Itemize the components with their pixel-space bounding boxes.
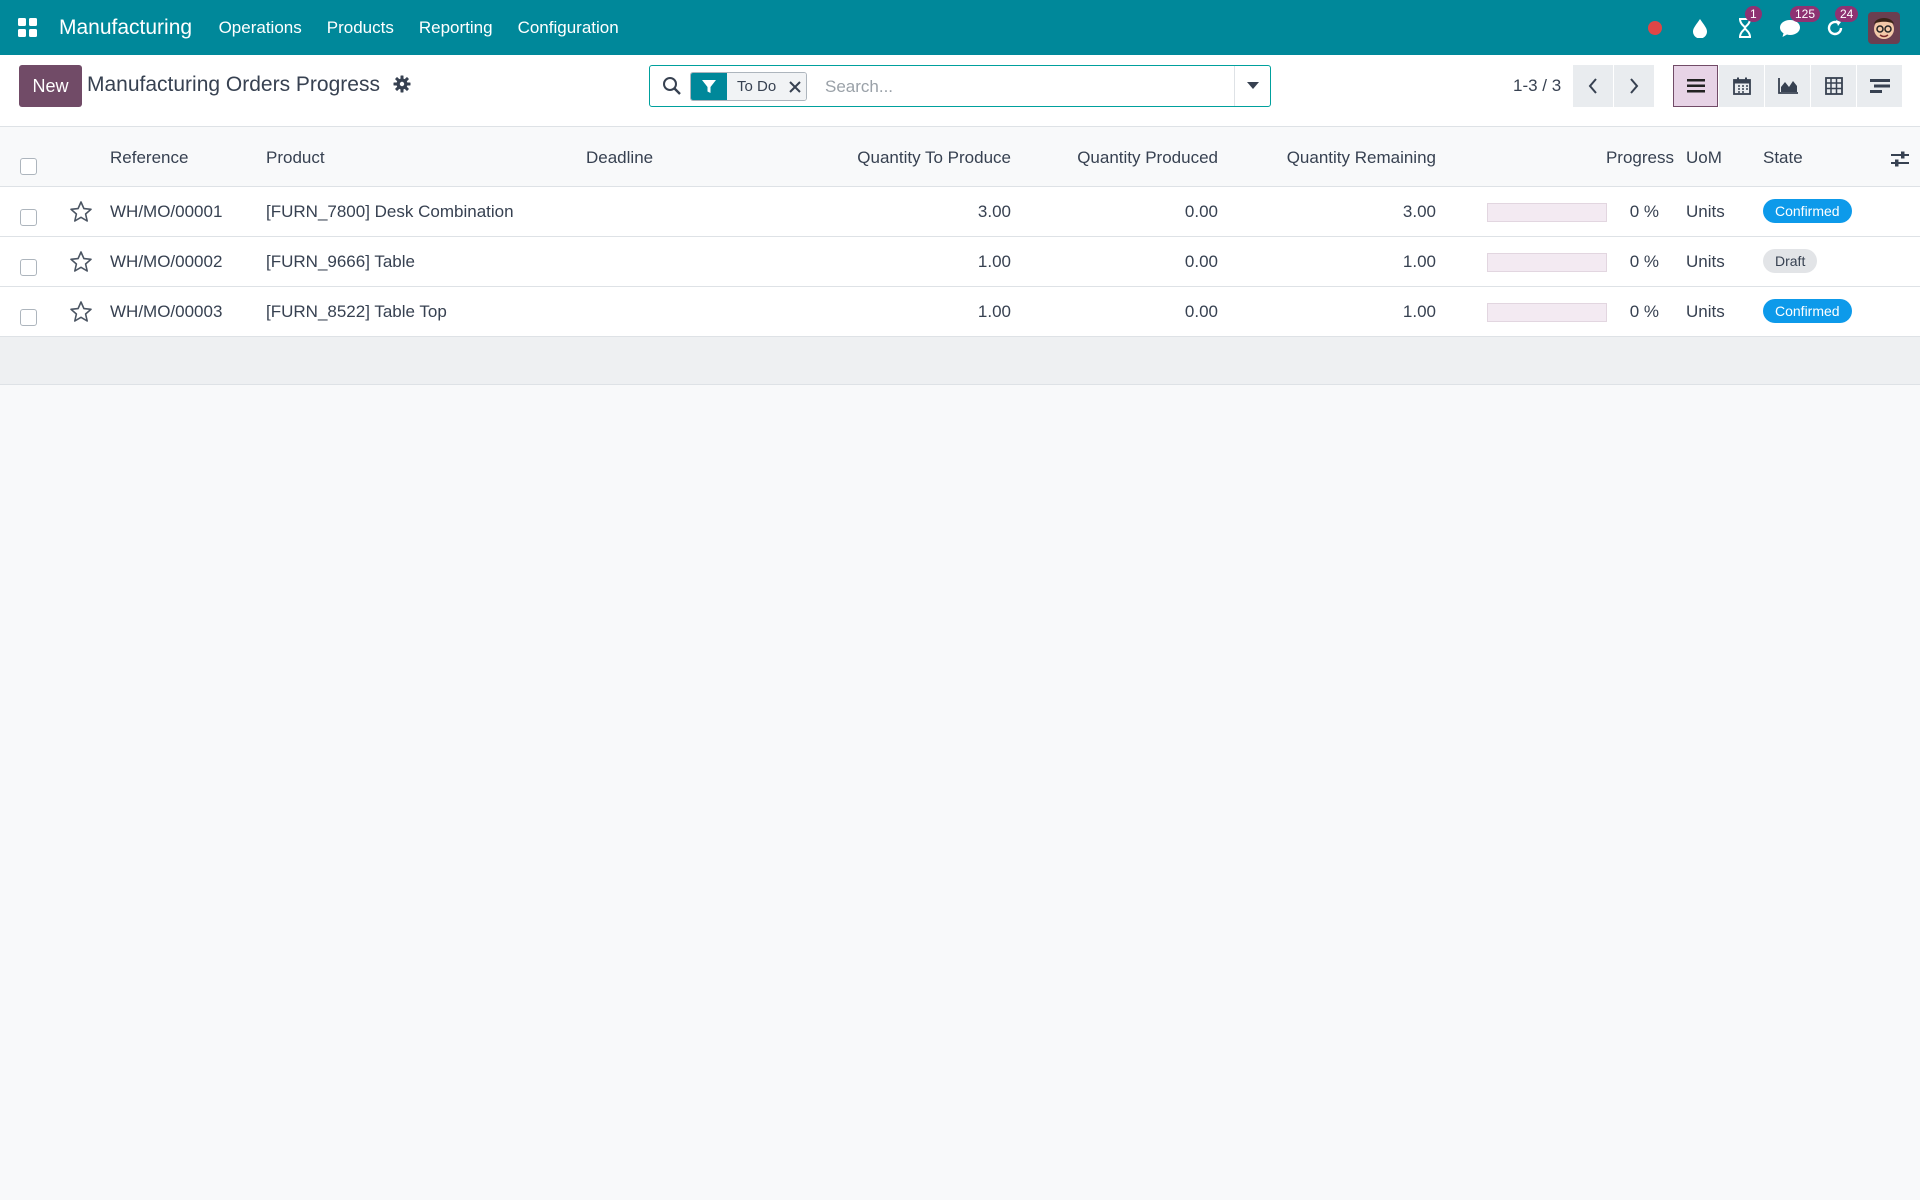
app-name[interactable]: Manufacturing xyxy=(59,16,192,40)
cell-qty-to-produce: 3.00 xyxy=(977,202,1011,221)
top-navbar: Manufacturing Operations Products Report… xyxy=(0,0,1920,55)
messages-badge: 125 xyxy=(1790,5,1821,22)
progress-bar xyxy=(1487,303,1607,322)
cell-product: [FURN_7800] Desk Combination xyxy=(266,202,514,221)
column-header-product[interactable]: Product xyxy=(266,148,325,168)
column-header-qty-to-produce[interactable]: Quantity To Produce xyxy=(857,148,1011,168)
select-all-checkbox[interactable] xyxy=(20,158,37,175)
column-header-reference[interactable]: Reference xyxy=(110,148,188,168)
cell-qty-remaining: 1.00 xyxy=(1402,252,1436,271)
sliders-icon[interactable] xyxy=(1890,150,1910,168)
cell-product: [FURN_8522] Table Top xyxy=(266,302,447,321)
activities-badge: 1 xyxy=(1745,5,1762,22)
chevron-left-icon[interactable] xyxy=(1573,65,1613,107)
cell-qty-to-produce: 1.00 xyxy=(977,252,1011,271)
column-header-deadline[interactable]: Deadline xyxy=(586,148,653,168)
cell-qty-produced: 0.00 xyxy=(1184,252,1218,271)
user-avatar[interactable] xyxy=(1868,11,1900,44)
pager-value[interactable]: 1-3 / 3 xyxy=(1513,76,1561,96)
record-dot-icon[interactable] xyxy=(1644,17,1666,39)
cell-qty-produced: 0.00 xyxy=(1184,302,1218,321)
star-icon[interactable] xyxy=(69,250,93,274)
chat-icon[interactable]: 125 xyxy=(1779,5,1821,39)
column-header-progress[interactable]: Progress xyxy=(1606,148,1674,168)
menu-reporting[interactable]: Reporting xyxy=(406,0,505,55)
gear-icon[interactable] xyxy=(393,75,411,93)
table-row[interactable]: WH/MO/00002 [FURN_9666] Table 1.00 0.00 … xyxy=(0,237,1920,287)
control-panel: New Manufacturing Orders Progress To Do … xyxy=(0,55,1920,127)
star-icon[interactable] xyxy=(69,200,93,224)
cell-qty-remaining: 1.00 xyxy=(1402,302,1436,321)
progress-bar xyxy=(1487,253,1607,272)
table-row[interactable]: WH/MO/00003 [FURN_8522] Table Top 1.00 0… xyxy=(0,287,1920,337)
row-checkbox[interactable] xyxy=(20,259,37,276)
column-header-uom[interactable]: UoM xyxy=(1686,148,1722,168)
cell-uom: Units xyxy=(1686,252,1725,271)
column-header-qty-produced[interactable]: Quantity Produced xyxy=(1077,148,1218,168)
cell-reference: WH/MO/00002 xyxy=(110,252,223,271)
calendar-view-icon[interactable] xyxy=(1719,65,1764,107)
facet-label: To Do xyxy=(727,73,785,100)
row-checkbox[interactable] xyxy=(20,309,37,326)
star-icon[interactable] xyxy=(69,300,93,324)
search-input[interactable] xyxy=(825,72,1225,101)
menu-operations[interactable]: Operations xyxy=(206,0,314,55)
column-header-qty-remaining[interactable]: Quantity Remaining xyxy=(1287,148,1436,168)
apps-grid-icon[interactable] xyxy=(17,17,39,39)
search-icon xyxy=(662,76,682,96)
new-button[interactable]: New xyxy=(19,65,82,107)
navbar-systray: 1 125 24 xyxy=(1621,0,1900,55)
drop-icon[interactable] xyxy=(1689,17,1711,39)
menu-configuration[interactable]: Configuration xyxy=(505,0,631,55)
caret-down-icon[interactable] xyxy=(1234,66,1270,106)
cell-qty-produced: 0.00 xyxy=(1184,202,1218,221)
cell-reference: WH/MO/00003 xyxy=(110,302,223,321)
column-header-state[interactable]: State xyxy=(1763,148,1803,168)
cell-qty-remaining: 3.00 xyxy=(1402,202,1436,221)
pivot-view-icon[interactable] xyxy=(1811,65,1856,107)
filter-icon xyxy=(691,73,727,100)
cell-product: [FURN_9666] Table xyxy=(266,252,415,271)
table-row[interactable]: WH/MO/00001 [FURN_7800] Desk Combination… xyxy=(0,187,1920,237)
close-icon[interactable] xyxy=(784,73,807,100)
hourglass-icon[interactable]: 1 xyxy=(1734,5,1762,39)
status-badge: Confirmed xyxy=(1763,299,1852,323)
cell-reference: WH/MO/00001 xyxy=(110,202,223,221)
cell-progress: 0 % xyxy=(1629,252,1659,271)
table-header-row: Reference Product Deadline Quantity To P… xyxy=(0,128,1920,187)
cell-progress: 0 % xyxy=(1629,202,1659,221)
status-badge: Confirmed xyxy=(1763,199,1852,223)
gantt-view-icon[interactable] xyxy=(1857,65,1902,107)
list-footer xyxy=(0,337,1920,385)
row-checkbox[interactable] xyxy=(20,209,37,226)
menu-products[interactable]: Products xyxy=(314,0,406,55)
chevron-right-icon[interactable] xyxy=(1614,65,1654,107)
search-facet-todo[interactable]: To Do xyxy=(690,72,808,101)
list-view-icon[interactable] xyxy=(1673,65,1718,107)
status-badge: Draft xyxy=(1763,249,1818,273)
cell-progress: 0 % xyxy=(1629,302,1659,321)
graph-view-icon[interactable] xyxy=(1765,65,1810,107)
search-box: To Do xyxy=(649,65,1271,107)
progress-bar xyxy=(1487,203,1607,222)
page-title: Manufacturing Orders Progress xyxy=(87,73,380,96)
cell-uom: Units xyxy=(1686,302,1725,321)
cell-uom: Units xyxy=(1686,202,1725,221)
cell-qty-to-produce: 1.00 xyxy=(977,302,1011,321)
refresh-icon[interactable]: 24 xyxy=(1824,5,1859,39)
updates-badge: 24 xyxy=(1835,5,1859,22)
list-view: Reference Product Deadline Quantity To P… xyxy=(0,128,1920,385)
